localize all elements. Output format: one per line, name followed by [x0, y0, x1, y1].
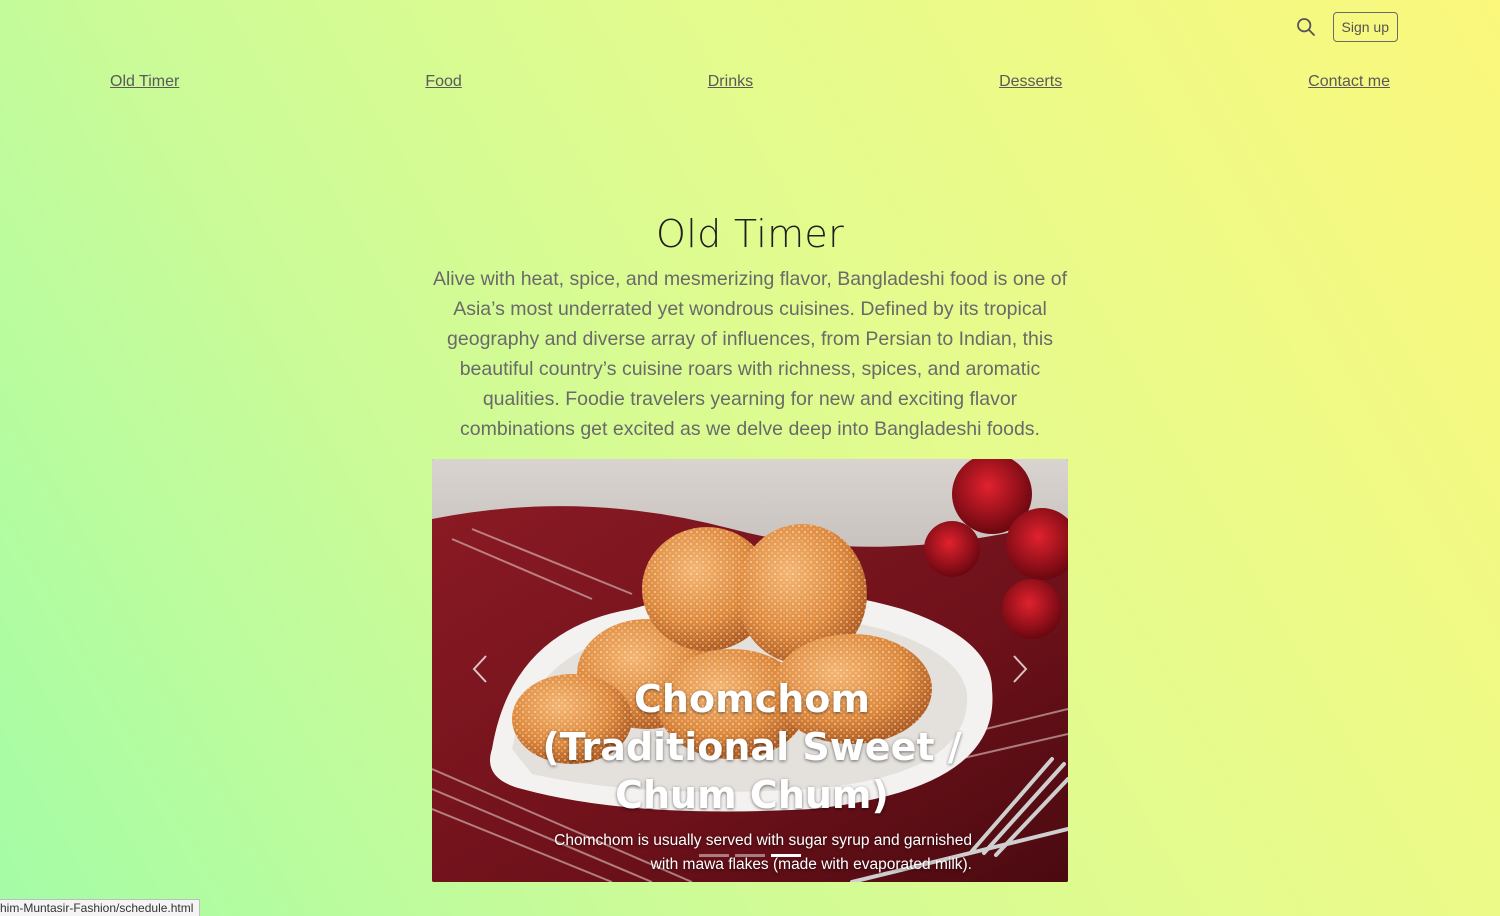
intro-paragraph: Alive with heat, spice, and mesmerizing …: [432, 268, 1068, 440]
search-button[interactable]: [1295, 16, 1317, 38]
chevron-left-icon: [472, 655, 487, 683]
nav-link-desserts[interactable]: Desserts: [999, 72, 1062, 92]
slide-caption: Chomchom (Traditional Sweet / Chum Chum)…: [532, 675, 972, 877]
signup-button[interactable]: Sign up: [1332, 12, 1398, 42]
carousel-indicators: [432, 854, 1068, 857]
food-carousel: Chomchom (Traditional Sweet / Chum Chum)…: [432, 459, 1068, 882]
slide-title: Chomchom (Traditional Sweet / Chum Chum): [542, 677, 962, 817]
carousel-prev-button[interactable]: [460, 649, 500, 689]
carousel-indicator-3[interactable]: [771, 854, 801, 857]
chevron-right-icon: [1013, 655, 1028, 683]
nav-link-drinks[interactable]: Drinks: [708, 72, 753, 92]
slide-description: Chomchom is usually served with sugar sy…: [554, 832, 972, 873]
carousel-next-button[interactable]: [1000, 649, 1040, 689]
link-preview-statusbar: him-Muntasir-Fashion/schedule.html: [0, 899, 201, 916]
status-url: him-Muntasir-Fashion/schedule.html: [0, 901, 194, 915]
nav-link-contact[interactable]: Contact me: [1308, 72, 1390, 92]
nav-link-old-timer[interactable]: Old Timer: [110, 72, 179, 92]
nav-link-food[interactable]: Food: [425, 72, 461, 92]
main-nav: Old Timer Food Drinks Desserts Contact m…: [110, 72, 1390, 92]
page-title: Old Timer: [656, 212, 844, 256]
carousel-indicator-2[interactable]: [735, 854, 765, 857]
header-actions: Sign up: [1295, 12, 1398, 42]
search-icon: [1296, 18, 1315, 36]
next-section-peek: [432, 905, 1068, 916]
carousel-indicator-1[interactable]: [699, 854, 729, 857]
